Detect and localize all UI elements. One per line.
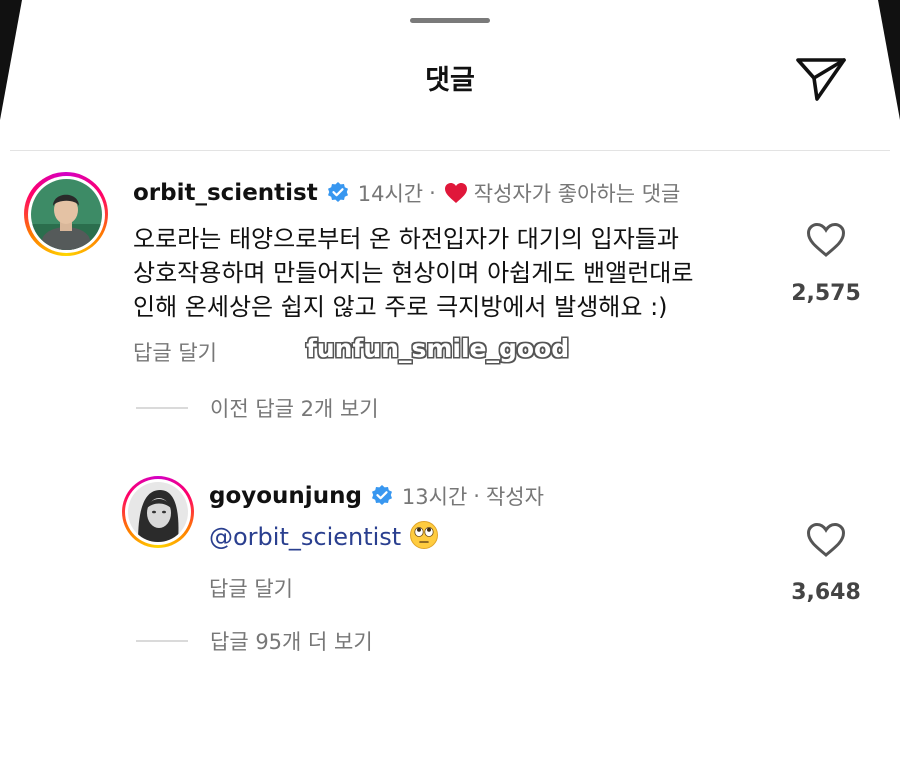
comments-sheet: 댓글 orbit_scientist 14시간 · 작성자가 좋아하는 댓글 오… xyxy=(0,0,900,764)
mention-link[interactable]: @orbit_scientist xyxy=(209,523,401,551)
view-previous-replies-label: 이전 답글 2개 보기 xyxy=(210,397,379,421)
heart-outline-icon xyxy=(806,522,846,557)
meta-separator: · xyxy=(429,181,436,205)
watermark: funfun_smile_good xyxy=(306,334,570,363)
meta-separator: · xyxy=(473,484,480,508)
verified-badge-icon xyxy=(327,182,348,202)
comment-header: goyounjung 13시간 · 작성자 xyxy=(209,481,544,511)
sheet-drag-handle[interactable] xyxy=(410,18,490,23)
profile-photo-icon xyxy=(30,178,102,250)
comment-text: @orbit_scientist xyxy=(209,520,439,554)
creator-liked-heart-icon xyxy=(444,183,467,203)
reply-button[interactable]: 답글 달기 xyxy=(133,337,217,367)
view-more-replies-label: 답글 95개 더 보기 xyxy=(210,630,373,654)
share-button[interactable] xyxy=(794,50,848,104)
creator-liked-label: 작성자가 좋아하는 댓글 xyxy=(473,182,681,206)
avatar[interactable] xyxy=(24,172,108,256)
view-previous-replies[interactable]: 이전 답글 2개 보기 xyxy=(136,393,379,423)
comment-text-line: 상호작용하며 만들어지는 현상이며 아쉽게도 밴앨런대로 xyxy=(133,259,694,287)
like-button[interactable] xyxy=(806,222,846,258)
like-button[interactable] xyxy=(806,522,846,558)
send-icon xyxy=(796,58,846,101)
comment-text-line: @orbit_scientist xyxy=(209,520,439,554)
thread-line xyxy=(136,640,188,642)
like-count: 2,575 xyxy=(791,281,861,306)
verified-badge-icon xyxy=(371,485,392,505)
comment-timestamp: 14시간 xyxy=(357,182,424,206)
view-more-replies[interactable]: 답글 95개 더 보기 xyxy=(136,626,373,656)
author-label: 작성자 xyxy=(485,485,544,509)
sheet-title: 댓글 xyxy=(425,65,475,96)
thread-line xyxy=(136,407,188,409)
profile-photo-icon xyxy=(128,482,188,542)
comment-header: orbit_scientist 14시간 · 작성자가 좋아하는 댓글 xyxy=(133,178,680,208)
like-count: 3,648 xyxy=(791,580,861,605)
avatar[interactable] xyxy=(122,476,194,548)
header-divider xyxy=(10,150,890,151)
comment-timestamp: 13시간 xyxy=(401,485,468,509)
comment-username[interactable]: goyounjung xyxy=(209,483,362,509)
comment-text: 오로라는 태양으로부터 온 하전입자가 대기의 입자들과 상호작용하며 만들어지… xyxy=(133,222,693,324)
comment-text-line: 인해 온세상은 쉽지 않고 주로 극지방에서 발생해요 :) xyxy=(133,293,668,321)
rolling-eyes-emoji-icon xyxy=(410,521,439,549)
reply-button[interactable]: 답글 달기 xyxy=(209,573,293,603)
heart-outline-icon xyxy=(806,222,846,257)
comment-text-line: 오로라는 태양으로부터 온 하전입자가 대기의 입자들과 xyxy=(133,225,679,253)
comment-username[interactable]: orbit_scientist xyxy=(133,180,318,206)
